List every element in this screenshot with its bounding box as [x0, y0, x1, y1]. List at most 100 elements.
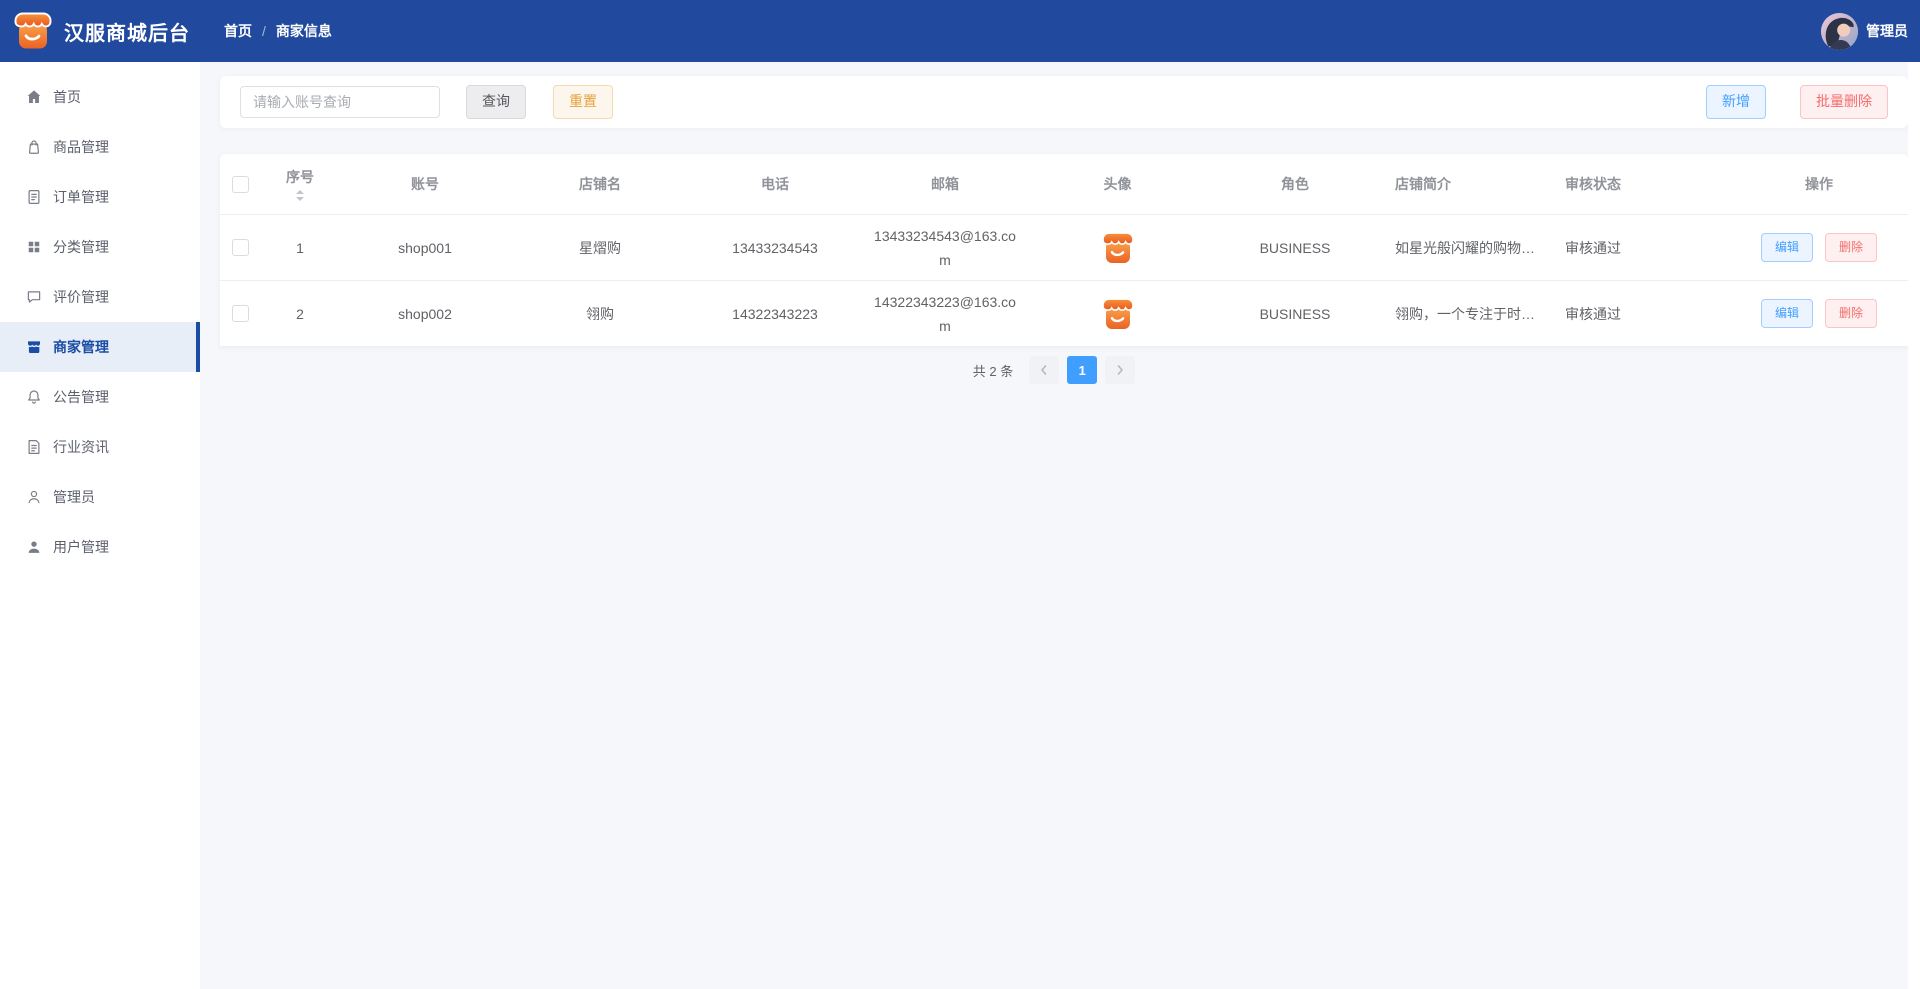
bell-icon [25, 388, 43, 406]
table-body: 1 shop001 星熠购 13433234543 13433234543@16… [220, 215, 1908, 347]
col-header-index[interactable]: 序号 [260, 154, 340, 214]
cell-status: 审核通过 [1550, 281, 1730, 346]
cell-intro: 翎购，一个专注于时… [1385, 281, 1550, 346]
cell-role: BUSINESS [1205, 215, 1385, 280]
merchant-table: 序号账号店铺名电话邮箱头像角色店铺简介审核状态操作 1 shop001 星熠购 … [220, 154, 1908, 347]
sidebar-item-label: 分类管理 [53, 237, 109, 257]
top-bar: 汉服商城后台 首页 / 商家信息 管理员 [0, 0, 1920, 62]
breadcrumb-current[interactable]: 商家信息 [276, 21, 332, 41]
col-header-role: 角色 [1205, 154, 1385, 214]
sidebar-item-label: 管理员 [53, 487, 95, 507]
sort-carets-icon[interactable] [296, 190, 304, 201]
user-name: 管理员 [1866, 21, 1908, 41]
comment-icon [25, 288, 43, 306]
col-header-email: 邮箱 [860, 154, 1030, 214]
row-checkbox[interactable] [232, 305, 249, 322]
person-filled-icon [25, 538, 43, 556]
breadcrumb-home[interactable]: 首页 [224, 21, 252, 41]
chevron-left-icon [1038, 364, 1050, 376]
row-checkbox[interactable] [232, 239, 249, 256]
app-logo-icon [12, 10, 54, 52]
sidebar-item-announcements[interactable]: 公告管理 [0, 372, 200, 422]
sidebar-item-merchants[interactable]: 商家管理 [0, 322, 200, 372]
cell-avatar [1030, 281, 1205, 346]
news-doc-icon [25, 438, 43, 456]
col-header-operations: 操作 [1730, 154, 1908, 214]
scrollbar-track[interactable] [1908, 62, 1920, 989]
edit-button[interactable]: 编辑 [1761, 299, 1813, 328]
col-header-intro: 店铺简介 [1385, 154, 1550, 214]
cell-phone: 14322343223 [690, 281, 860, 346]
col-header-avatar: 头像 [1030, 154, 1205, 214]
toolbar-actions: 新增 批量删除 [1706, 85, 1888, 118]
cell-operations: 编辑 删除 [1730, 281, 1908, 346]
col-header-shop-name: 店铺名 [510, 154, 690, 214]
sidebar-item-reviews[interactable]: 评价管理 [0, 272, 200, 322]
sidebar-item-orders[interactable]: 订单管理 [0, 172, 200, 222]
batch-delete-button[interactable]: 批量删除 [1800, 85, 1888, 118]
cell-status: 审核通过 [1550, 215, 1730, 280]
sidebar-item-label: 订单管理 [53, 187, 109, 207]
sidebar-item-label: 行业资讯 [53, 437, 109, 457]
sidebar-item-label: 首页 [53, 87, 81, 107]
cell-account: shop001 [340, 215, 510, 280]
col-header-status: 审核状态 [1550, 154, 1730, 214]
sidebar-item-home[interactable]: 首页 [0, 72, 200, 122]
app-title: 汉服商城后台 [64, 17, 190, 46]
sidebar-item-admins[interactable]: 管理员 [0, 472, 200, 522]
cell-checkbox [220, 281, 260, 346]
cell-shop-name: 翎购 [510, 281, 690, 346]
cell-index: 2 [260, 281, 340, 346]
sidebar-item-news[interactable]: 行业资讯 [0, 422, 200, 472]
delete-button[interactable]: 删除 [1825, 299, 1877, 328]
user-avatar [1821, 13, 1858, 50]
cell-operations: 编辑 删除 [1730, 215, 1908, 280]
sidebar-item-label: 用户管理 [53, 537, 109, 557]
breadcrumb-separator: / [262, 23, 266, 39]
cell-phone: 13433234543 [690, 215, 860, 280]
breadcrumb: 首页 / 商家信息 [224, 21, 332, 41]
reset-button[interactable]: 重置 [553, 85, 613, 118]
chevron-right-icon [1114, 364, 1126, 376]
cell-checkbox [220, 215, 260, 280]
table-header-row: 序号账号店铺名电话邮箱头像角色店铺简介审核状态操作 [220, 154, 1908, 215]
sidebar-item-label: 公告管理 [53, 387, 109, 407]
sidebar-item-label: 评价管理 [53, 287, 109, 307]
bag-icon [25, 138, 43, 156]
select-all-checkbox[interactable] [232, 176, 249, 193]
col-header-checkbox [220, 154, 260, 214]
sidebar-item-categories[interactable]: 分类管理 [0, 222, 200, 272]
order-doc-icon [25, 188, 43, 206]
grid-icon [25, 238, 43, 256]
cell-shop-name: 星熠购 [510, 215, 690, 280]
shop-icon [25, 338, 43, 356]
toolbar-card: 查询 重置 新增 批量删除 [220, 76, 1908, 128]
person-icon [25, 488, 43, 506]
table-row: 1 shop001 星熠购 13433234543 13433234543@16… [220, 215, 1908, 281]
main-content: 查询 重置 新增 批量删除 序号账号店铺名电话邮箱头像角色店铺简介审核状态操作 … [200, 62, 1908, 989]
page-number-active[interactable]: 1 [1067, 356, 1097, 384]
next-page-button[interactable] [1105, 356, 1135, 384]
pagination: 共 2 条 1 [200, 356, 1908, 384]
search-input[interactable] [240, 86, 440, 118]
prev-page-button[interactable] [1029, 356, 1059, 384]
cell-avatar [1030, 215, 1205, 280]
cell-email: 13433234543@163.com [860, 215, 1030, 280]
home-icon [25, 88, 43, 106]
cell-email: 14322343223@163.com [860, 281, 1030, 346]
table-row: 2 shop002 翎购 14322343223 14322343223@163… [220, 281, 1908, 347]
sidebar-item-products[interactable]: 商品管理 [0, 122, 200, 172]
sidebar: 首页 商品管理 订单管理 分类管理 评价管理 商家管理 公告管理 行业资讯 管理… [0, 62, 200, 989]
cell-role: BUSINESS [1205, 281, 1385, 346]
sidebar-item-label: 商品管理 [53, 137, 109, 157]
query-button[interactable]: 查询 [466, 85, 526, 118]
user-menu[interactable]: 管理员 [1821, 13, 1920, 50]
cell-intro: 如星光般闪耀的购物… [1385, 215, 1550, 280]
pagination-total: 共 2 条 [973, 361, 1013, 380]
sidebar-item-users[interactable]: 用户管理 [0, 522, 200, 572]
add-button[interactable]: 新增 [1706, 85, 1766, 118]
sidebar-nav: 首页 商品管理 订单管理 分类管理 评价管理 商家管理 公告管理 行业资讯 管理… [0, 62, 200, 572]
edit-button[interactable]: 编辑 [1761, 233, 1813, 262]
delete-button[interactable]: 删除 [1825, 233, 1877, 262]
cell-index: 1 [260, 215, 340, 280]
